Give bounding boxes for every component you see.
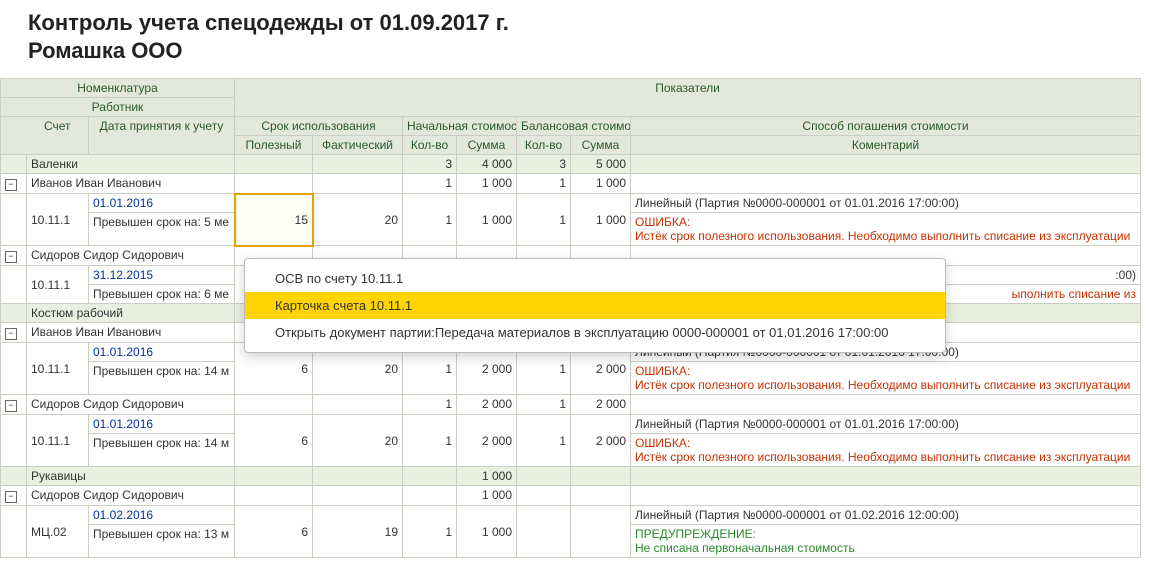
item-name[interactable]: Костюм рабочий <box>27 304 235 323</box>
hdr-k1: Кол-во <box>403 136 457 155</box>
cell[interactable]: 1 <box>517 415 571 467</box>
worker-name[interactable]: Сидоров Сидор Сидорович <box>27 246 235 266</box>
cell[interactable]: 2 000 <box>457 415 517 467</box>
cell[interactable]: 3 <box>403 155 457 174</box>
error-body: ыполнить списание из <box>1012 287 1136 301</box>
cell[interactable]: 1 <box>403 395 457 415</box>
cell[interactable]: 1 000 <box>571 174 631 194</box>
collapse-toggle[interactable]: − <box>1 174 27 194</box>
overdue-cell[interactable]: Превышен срок на: 5 ме <box>89 213 235 246</box>
worker-name[interactable]: Иванов Иван Иванович <box>27 174 235 194</box>
error-title: ОШИБКА: <box>635 436 690 450</box>
date-cell[interactable]: 01.01.2016 <box>89 415 235 434</box>
hdr-k2: Кол-во <box>517 136 571 155</box>
overdue-cell[interactable]: Превышен срок на: 13 м <box>89 525 235 558</box>
error-body: Истёк срок полезного использования. Необ… <box>635 229 1130 243</box>
cell[interactable]: 1 <box>403 506 457 558</box>
warn-body: Не списана первоначальная стоимость <box>635 541 855 555</box>
collapse-toggle[interactable]: − <box>1 486 27 506</box>
cell[interactable]: 1 000 <box>571 194 631 246</box>
menu-item-open-doc[interactable]: Открыть документ партии:Передача материа… <box>245 319 945 346</box>
cell[interactable]: 1 000 <box>457 467 517 486</box>
acct-cell[interactable]: 10.11.1 <box>27 194 89 246</box>
cell[interactable]: 1 <box>403 174 457 194</box>
error-cell[interactable]: ОШИБКА: Истёк срок полезного использован… <box>631 362 1141 395</box>
menu-item-card[interactable]: Карточка счета 10.11.1 <box>245 292 945 319</box>
warn-cell[interactable]: ПРЕДУПРЕЖДЕНИЕ: Не списана первоначальна… <box>631 525 1141 558</box>
cell[interactable]: 4 000 <box>457 155 517 174</box>
item-name[interactable]: Валенки <box>27 155 235 174</box>
cell[interactable]: 19 <box>313 506 403 558</box>
hdr-worker: Работник <box>1 98 235 117</box>
hdr-indicators: Показатели <box>235 79 1141 117</box>
hdr-service: Срок использования <box>235 117 403 136</box>
collapse-toggle[interactable]: − <box>1 395 27 415</box>
overdue-cell[interactable]: Превышен срок на: 6 ме <box>89 285 235 304</box>
collapse-toggle[interactable]: − <box>1 246 27 266</box>
date-cell[interactable]: 31.12.2015 <box>89 266 235 285</box>
error-title: ОШИБКА: <box>635 215 690 229</box>
useful-cell[interactable]: 15 <box>235 194 313 246</box>
cell[interactable]: 2 000 <box>457 395 517 415</box>
overdue-cell[interactable]: Превышен срок на: 14 м <box>89 434 235 467</box>
hdr-nomen: Номенклатура <box>1 79 235 98</box>
cell[interactable]: 1 <box>517 194 571 246</box>
cell[interactable]: 1 000 <box>457 194 517 246</box>
hdr-comment: Коментарий <box>631 136 1141 155</box>
error-cell[interactable]: ОШИБКА: Истёк срок полезного использован… <box>631 213 1141 246</box>
hdr-s1: Сумма <box>457 136 517 155</box>
acct-cell[interactable]: 10.11.1 <box>27 266 89 304</box>
error-body: Истёк срок полезного использования. Необ… <box>635 378 1130 392</box>
method-cell[interactable]: Линейный (Партия №0000-000001 от 01.01.2… <box>631 194 1141 213</box>
cell[interactable]: 3 <box>517 155 571 174</box>
method-cell[interactable]: Линейный (Партия №0000-000001 от 01.02.2… <box>631 506 1141 525</box>
error-cell[interactable]: ОШИБКА: Истёк срок полезного использован… <box>631 434 1141 467</box>
date-cell[interactable]: 01.02.2016 <box>89 506 235 525</box>
error-body: Истёк срок полезного использования. Необ… <box>635 450 1130 464</box>
acct-cell[interactable]: 10.11.1 <box>27 343 89 395</box>
acct-cell[interactable]: МЦ.02 <box>27 506 89 558</box>
cell[interactable]: 6 <box>235 506 313 558</box>
menu-item-osv[interactable]: ОСВ по счету 10.11.1 <box>245 265 945 292</box>
worker-name[interactable]: Иванов Иван Иванович <box>27 323 235 343</box>
cell[interactable]: 5 000 <box>571 155 631 174</box>
item-name[interactable]: Рукавицы <box>27 467 235 486</box>
hdr-init-cost: Начальная стоимость <box>403 117 517 136</box>
hdr-method: Способ погашения стоимости <box>631 117 1141 136</box>
acct-cell[interactable]: 10.11.1 <box>27 415 89 467</box>
context-menu: ОСВ по счету 10.11.1 Карточка счета 10.1… <box>244 258 946 353</box>
cell[interactable]: 1 <box>517 395 571 415</box>
method-cell[interactable]: Линейный (Партия №0000-000001 от 01.01.2… <box>631 415 1141 434</box>
cell[interactable]: 1 <box>403 415 457 467</box>
actual-cell[interactable]: 20 <box>313 194 403 246</box>
hdr-accept-date: Дата принятия к учету <box>89 117 235 155</box>
worker-name[interactable]: Сидоров Сидор Сидорович <box>27 486 235 506</box>
hdr-bal-cost: Балансовая стоимость <box>517 117 631 136</box>
hdr-s2: Сумма <box>571 136 631 155</box>
collapse-toggle[interactable]: − <box>1 323 27 343</box>
overdue-cell[interactable]: Превышен срок на: 14 м <box>89 362 235 395</box>
date-cell[interactable]: 01.01.2016 <box>89 343 235 362</box>
hdr-acct: Счет <box>27 117 89 155</box>
cell[interactable]: 1 <box>403 194 457 246</box>
cell[interactable]: 1 000 <box>457 486 517 506</box>
date-cell[interactable]: 01.01.2016 <box>89 194 235 213</box>
cell[interactable]: 20 <box>313 415 403 467</box>
cell[interactable]: 1 <box>517 174 571 194</box>
hdr-actual: Фактический <box>313 136 403 155</box>
hdr-useful: Полезный <box>235 136 313 155</box>
page-subtitle: Ромашка ООО <box>28 38 1154 64</box>
cell[interactable]: 1 000 <box>457 174 517 194</box>
cell[interactable]: 2 000 <box>571 395 631 415</box>
warn-title: ПРЕДУПРЕЖДЕНИЕ: <box>635 527 756 541</box>
error-title: ОШИБКА: <box>635 364 690 378</box>
worker-name[interactable]: Сидоров Сидор Сидорович <box>27 395 235 415</box>
page-title: Контроль учета спецодежды от 01.09.2017 … <box>28 10 1154 36</box>
cell[interactable]: 6 <box>235 415 313 467</box>
cell[interactable]: 2 000 <box>571 415 631 467</box>
cell[interactable]: 1 000 <box>457 506 517 558</box>
